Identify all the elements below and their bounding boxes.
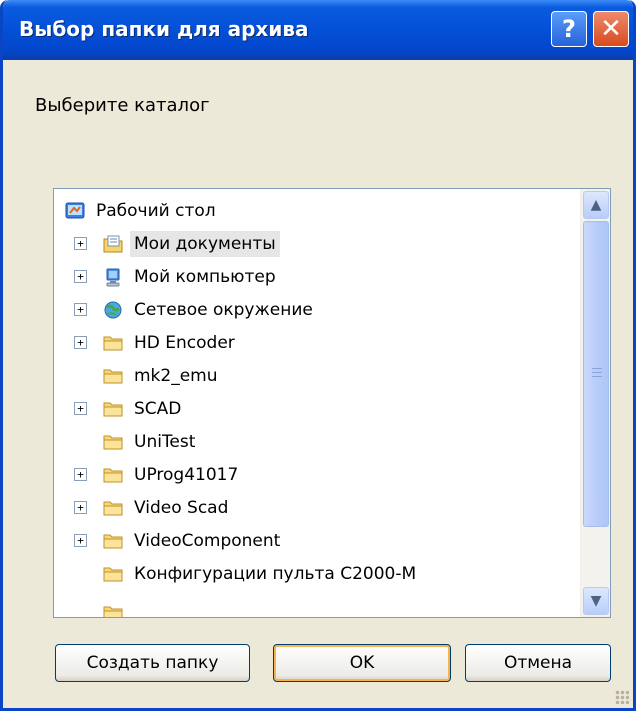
- tree-item-folder[interactable]: + HD Encoder: [74, 327, 239, 359]
- close-button[interactable]: ✕: [593, 11, 629, 47]
- tree-item-desktop[interactable]: Рабочий стол: [64, 195, 220, 227]
- title-bar[interactable]: Выбор папки для архива ? ✕: [3, 0, 633, 60]
- folder-icon: [103, 435, 123, 450]
- close-icon: ✕: [600, 14, 622, 44]
- folder-icon: [103, 402, 123, 417]
- folder-icon: [103, 567, 123, 582]
- cancel-button[interactable]: Отмена: [465, 644, 611, 682]
- tree-item-label: Сетевое окружение: [134, 300, 313, 320]
- tree-item-label: Мои документы: [130, 231, 280, 257]
- tree-item-folder[interactable]: UniTest: [102, 426, 199, 458]
- desktop-icon: [65, 202, 85, 219]
- tree-item-network[interactable]: + Сетевое окружение: [74, 294, 317, 326]
- tree-item-label: SCAD: [134, 399, 182, 419]
- tree-item-folder[interactable]: + VideoComponent: [74, 525, 284, 557]
- new-folder-button[interactable]: Создать папку: [55, 644, 250, 682]
- tree-item-my-documents[interactable]: + Мои документы: [74, 228, 280, 260]
- folder-tree[interactable]: Рабочий стол + Мои документы + Мой компь…: [53, 188, 611, 618]
- folder-icon: [103, 336, 123, 351]
- scroll-thumb[interactable]: [583, 221, 609, 527]
- my-computer-icon: [106, 268, 120, 287]
- chevron-up-icon: ▲: [590, 197, 602, 213]
- resize-grip[interactable]: [615, 690, 629, 704]
- help-icon: ?: [562, 15, 576, 43]
- network-icon: [104, 301, 122, 319]
- tree-item-folder[interactable]: + Video Scad: [74, 492, 232, 524]
- tree-item-my-computer[interactable]: + Мой компьютер: [74, 261, 280, 293]
- tree-item-folder[interactable]: Конфигурации пульта С2000-М: [102, 558, 420, 590]
- expand-icon[interactable]: +: [74, 303, 87, 316]
- expand-icon[interactable]: +: [74, 402, 87, 415]
- ok-button[interactable]: OK: [273, 644, 451, 682]
- folder-icon: [103, 501, 123, 516]
- tree-item-folder[interactable]: + UProg41017: [74, 459, 242, 491]
- tree-item-label: Рабочий стол: [96, 201, 216, 221]
- tree-item-label: Конфигурации пульта С2000-М: [134, 564, 417, 584]
- chevron-down-icon: ▼: [590, 593, 602, 609]
- folder-icon: [103, 606, 123, 617]
- folder-icon: [103, 468, 123, 483]
- prompt-label: Выберите каталог: [35, 95, 210, 116]
- tree-item-folder-clipped[interactable]: [102, 597, 130, 617]
- expand-icon[interactable]: +: [74, 468, 87, 481]
- tree-item-label: VideoComponent: [134, 531, 281, 551]
- grip-icon: [592, 368, 602, 377]
- folder-icon: [103, 534, 123, 549]
- scroll-down-button[interactable]: ▼: [583, 587, 609, 615]
- expand-icon[interactable]: +: [74, 270, 87, 283]
- tree-item-folder[interactable]: mk2_emu: [102, 360, 222, 392]
- vertical-scrollbar[interactable]: ▲ ▼: [580, 189, 610, 617]
- tree-item-label: Video Scad: [134, 498, 229, 518]
- folder-icon: [103, 369, 123, 384]
- expand-icon[interactable]: +: [74, 534, 87, 547]
- expand-icon[interactable]: +: [74, 237, 87, 250]
- tree-item-label: HD Encoder: [134, 333, 235, 353]
- expand-icon[interactable]: +: [74, 336, 87, 349]
- folder-picker-dialog: Выбор папки для архива ? ✕ Выберите ката…: [0, 0, 636, 711]
- help-button[interactable]: ?: [551, 11, 587, 47]
- tree-item-label: UProg41017: [134, 465, 239, 485]
- tree-item-folder[interactable]: + SCAD: [74, 393, 185, 425]
- my-documents-icon: [103, 235, 123, 253]
- scroll-up-button[interactable]: ▲: [583, 191, 609, 219]
- tree-item-label: Мой компьютер: [134, 267, 276, 287]
- expand-icon[interactable]: +: [74, 501, 87, 514]
- tree-item-label: mk2_emu: [134, 366, 218, 386]
- tree-item-label: UniTest: [134, 432, 196, 452]
- window-title: Выбор папки для архива: [19, 17, 309, 41]
